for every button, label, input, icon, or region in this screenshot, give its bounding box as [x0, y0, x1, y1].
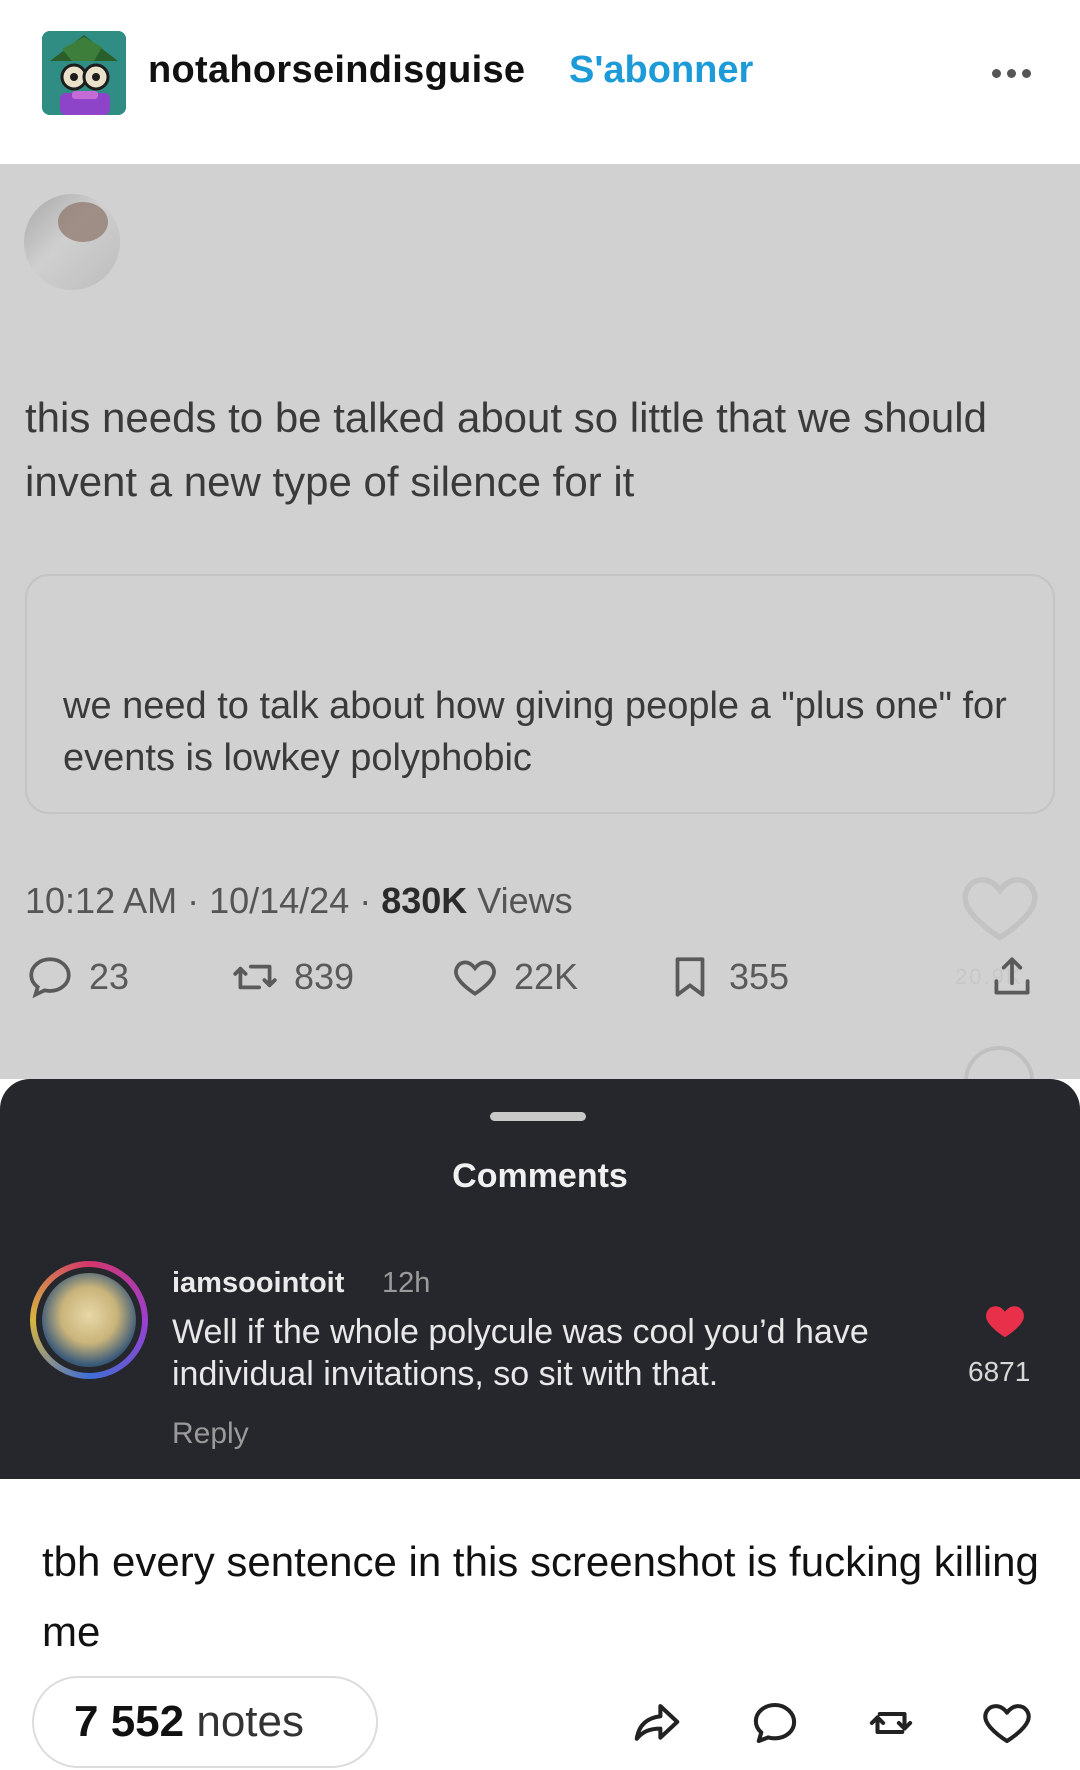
- reply-action: 23: [25, 949, 129, 1005]
- more-dot: [1007, 68, 1016, 78]
- tweet-time-date: 10:12 AM · 10/14/24 ·: [25, 880, 382, 921]
- share-action: [987, 949, 1037, 1005]
- notes-button[interactable]: 7 552 notes: [32, 1676, 378, 1768]
- bookmark-action: 355: [665, 949, 789, 1005]
- blog-name[interactable]: notahorseindisguise: [148, 49, 525, 92]
- reply-count: 23: [89, 956, 130, 997]
- blog-avatar[interactable]: [42, 31, 126, 115]
- bookmark-count: 355: [729, 956, 790, 997]
- comment-icon[interactable]: [748, 1696, 802, 1750]
- tweet-meta: 10:12 AM · 10/14/24 · 830K Views: [25, 880, 573, 922]
- more-icon[interactable]: [992, 58, 1042, 88]
- drag-handle: [490, 1112, 586, 1121]
- share-arrow-icon[interactable]: [630, 1696, 684, 1750]
- comments-title: Comments: [452, 1157, 628, 1195]
- commenter-avatar-ring: [36, 1267, 142, 1373]
- tweet-views-label: Views: [467, 880, 573, 921]
- post-caption: tbh every sentence in this screenshot is…: [42, 1538, 1039, 1655]
- tweet-text: this needs to be talked about so little …: [25, 394, 987, 505]
- retweet-action: 839: [230, 949, 354, 1005]
- tweet-views-count: 830K: [381, 880, 468, 921]
- tweet-avatar: [24, 194, 120, 290]
- comments-panel: Comments iamsoointoit 12h Well if the wh…: [0, 1079, 1080, 1479]
- bookmark-icon: [675, 957, 705, 997]
- commenter-avatar: [30, 1261, 148, 1379]
- follow-button[interactable]: S'abonner: [569, 49, 753, 92]
- comment-reply-link: Reply: [172, 1417, 249, 1450]
- comment-like-count: 6871: [968, 1356, 1031, 1387]
- more-dot: [1022, 68, 1031, 78]
- like-heart-icon[interactable]: [980, 1696, 1034, 1750]
- post-image[interactable]: this needs to be talked about so little …: [0, 164, 1080, 1484]
- avatar-icon: [42, 31, 126, 115]
- retweet-count: 839: [294, 956, 355, 997]
- more-dot: [992, 68, 1001, 78]
- commenter-avatar-image: [42, 1273, 136, 1367]
- share-icon: [994, 957, 1030, 995]
- reblog-icon[interactable]: [864, 1696, 918, 1750]
- quoted-tweet-text: we need to talk about how giving people …: [63, 685, 1007, 779]
- comment-text: Well if the whole polycule was cool you’…: [172, 1313, 869, 1393]
- tweet-actions: 23 839 22K 355: [25, 949, 1055, 1005]
- comment-heart-icon: [986, 1306, 1024, 1338]
- retweet-icon: [233, 964, 277, 990]
- commenter-username: iamsoointoit: [172, 1267, 345, 1299]
- like-action: 22K: [450, 949, 578, 1005]
- post-header: notahorseindisguise S'abonner: [0, 0, 1080, 164]
- tweet-screenshot: this needs to be talked about so little …: [0, 164, 1080, 1079]
- reply-icon: [29, 957, 71, 999]
- notes-label: notes: [196, 1697, 304, 1746]
- comment-time: 12h: [382, 1267, 431, 1299]
- like-count: 22K: [514, 956, 579, 997]
- ghost-circle-icon: [964, 1046, 1034, 1079]
- ghost-heart-icon: [962, 876, 1038, 941]
- heart-icon: [454, 960, 496, 996]
- quoted-tweet: we need to talk about how giving people …: [25, 574, 1055, 814]
- notes-count: 7 552: [74, 1697, 185, 1746]
